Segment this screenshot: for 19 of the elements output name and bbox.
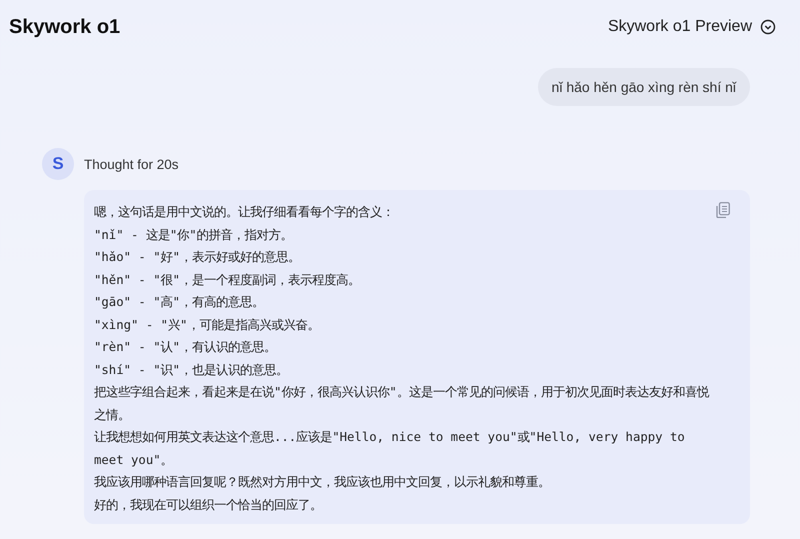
copy-icon[interactable] bbox=[716, 202, 730, 218]
thought-line: "rèn" - "认"，有认识的意思。 bbox=[94, 339, 278, 356]
chevron-down-icon bbox=[760, 19, 776, 35]
app-title: Skywork o1 bbox=[9, 16, 120, 38]
assistant-avatar: S bbox=[42, 148, 74, 180]
thought-line: "shí" - "识"，也是认识的意思。 bbox=[94, 362, 290, 378]
thought-line: 好的，我现在可以组织一个恰当的回应了。 bbox=[94, 496, 323, 514]
thought-line: 嗯，这句话是用中文说的。让我仔细看看每个字的含义： bbox=[94, 204, 395, 221]
thought-line: 让我想想如何用英文表达这个意思...应该是"Hello, nice to meet you"或"Hello, very happy to meet you"。 bbox=[94, 429, 686, 468]
thought-line: "nǐ" - 这是"你"的拼音，指对方。 bbox=[94, 226, 294, 244]
thought-line: "xìng" - "兴"，可能是指高兴或兴奋。 bbox=[94, 316, 320, 334]
thought-line: 把这些字组合起来，看起来是在说"你好，很高兴认识你"。这是一个常见的问候语，用于初次见面时表达友好和喜悦之情。 bbox=[94, 384, 710, 424]
thought-line: 我应该用哪种语言回复呢？既然对方用中文，我应该也用中文回复，以示礼貌和尊重。 bbox=[94, 474, 551, 491]
thought-status: Thought for 20s bbox=[84, 156, 179, 172]
model-selector[interactable]: Skywork o1 Preview bbox=[608, 18, 776, 36]
user-message: nǐ hǎo hěn gāo xìng rèn shí nǐ bbox=[538, 68, 750, 106]
thought-line: "hǎo" - "好"，表示好或好的意思。 bbox=[94, 249, 302, 266]
thought-line: "hěn" - "很"，是一个程度副词，表示程度高。 bbox=[94, 272, 362, 288]
thought-line: "gāo" - "高"，有高的意思。 bbox=[94, 294, 266, 311]
